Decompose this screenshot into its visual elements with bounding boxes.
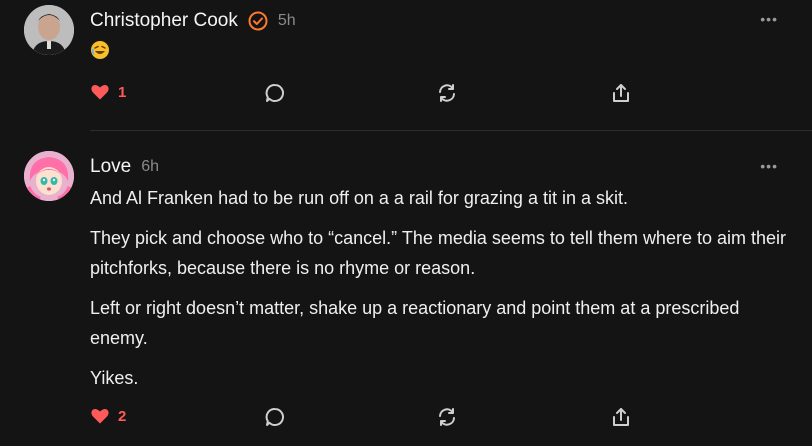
author-row: Love 6h: [90, 156, 159, 178]
avatar-anime-icon: [24, 151, 74, 201]
more-options-button[interactable]: •••: [760, 12, 778, 26]
more-icon: •••: [760, 158, 778, 174]
restack-icon: [439, 408, 455, 426]
post-2: Love 6h ••• And Al Franken had to be run…: [0, 131, 812, 446]
comment-button[interactable]: [264, 82, 286, 104]
share-icon: [613, 408, 629, 426]
timestamp[interactable]: 6h: [141, 158, 159, 176]
post-actions: 2: [90, 406, 650, 430]
comment-icon: [265, 408, 284, 426]
more-icon: •••: [760, 11, 778, 27]
avatar[interactable]: [24, 151, 74, 201]
author-row: Christopher Cook 5h: [90, 10, 296, 32]
author-name[interactable]: Christopher Cook: [90, 10, 238, 32]
share-icon: [613, 84, 629, 102]
post-paragraph: They pick and choose who to “cancel.” Th…: [90, 228, 786, 278]
restack-button[interactable]: [436, 406, 458, 428]
share-button[interactable]: [610, 82, 632, 104]
post-body: And Al Franken had to be run off on a a …: [90, 183, 790, 403]
avatar[interactable]: [24, 5, 74, 55]
post-actions: 1: [90, 82, 650, 106]
restack-icon: [439, 84, 455, 102]
restack-button[interactable]: [436, 82, 458, 104]
author-name[interactable]: Love: [90, 156, 131, 178]
post-1: Christopher Cook 5h ••• 1: [0, 0, 812, 130]
heart-icon: [91, 85, 109, 100]
heart-icon: [91, 409, 109, 424]
like-count: 2: [118, 407, 127, 425]
rofl-emoji-icon: [91, 41, 109, 59]
comment-icon: [265, 84, 284, 102]
like-button[interactable]: 1: [90, 82, 126, 102]
post-paragraph: Yikes.: [90, 368, 139, 388]
verified-badge-icon: [248, 11, 268, 31]
share-button[interactable]: [610, 406, 632, 428]
timestamp[interactable]: 5h: [278, 12, 296, 30]
more-options-button[interactable]: •••: [760, 159, 778, 173]
like-button[interactable]: 2: [90, 406, 126, 426]
like-count: 1: [118, 83, 127, 101]
post-paragraph: And Al Franken had to be run off on a a …: [90, 188, 628, 208]
comment-button[interactable]: [264, 406, 286, 428]
post-paragraph: Left or right doesn’t matter, shake up a…: [90, 298, 740, 348]
avatar-photo-icon: [24, 5, 74, 55]
